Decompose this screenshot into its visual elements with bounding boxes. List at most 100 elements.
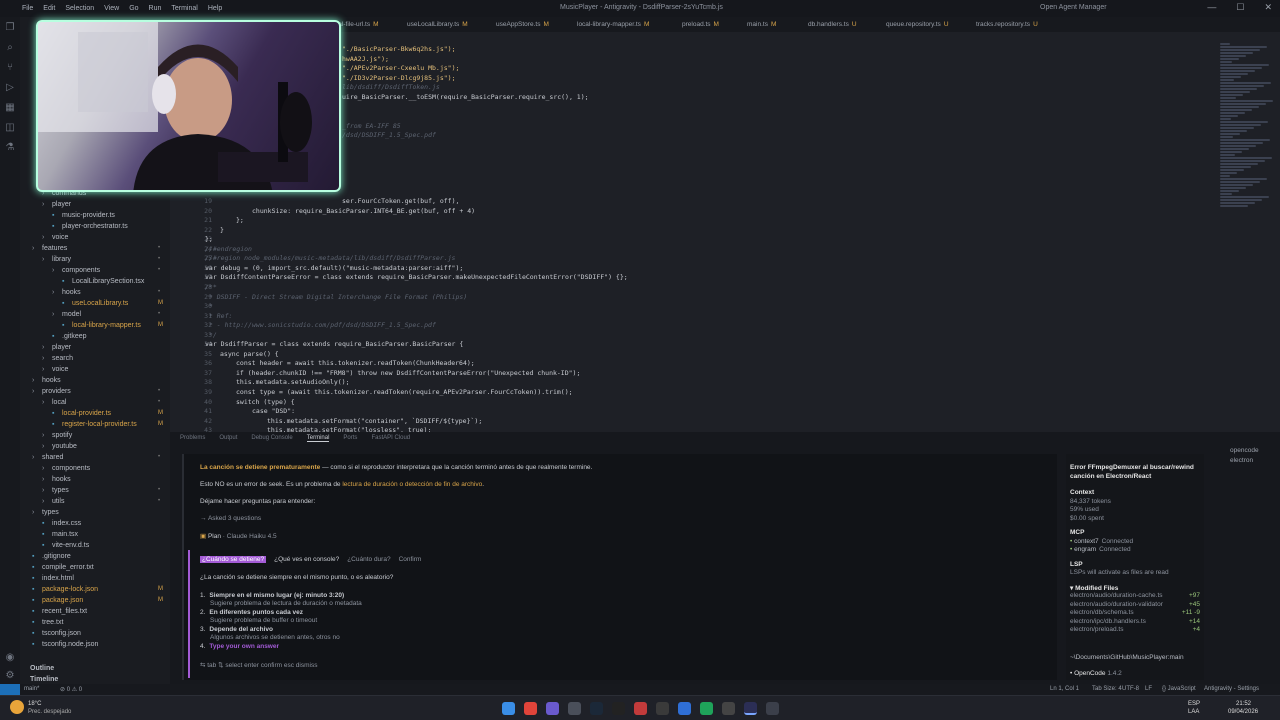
tree-item[interactable]: › player [42,199,170,210]
tree-item[interactable]: ▪ recent_files.txt [32,606,170,617]
tree-item[interactable]: › providers • [32,386,170,397]
question-tab[interactable]: Confirm [399,556,422,563]
tree-item[interactable]: › hooks • [52,287,170,298]
panel-tab[interactable]: Terminal [306,435,330,442]
close-button[interactable]: ✕ [1264,2,1272,13]
tree-item[interactable]: › hooks [32,375,170,386]
question-tab[interactable]: ¿Qué ves en console? [274,556,339,563]
antigravity-icon[interactable] [744,702,757,715]
tree-item[interactable]: ▪ index.css [42,518,170,529]
menu-view[interactable]: View [104,5,119,12]
tree-item[interactable]: ▪ compile_error.txt [32,562,170,573]
modified-file[interactable]: electron/preload.ts +4 [1070,626,1200,633]
menu-run[interactable]: Run [149,5,162,12]
app-icon-2[interactable] [678,702,691,715]
remote-icon[interactable]: ◫ [0,117,20,137]
terminal-opencode[interactable]: La canción se detiene prematuramente — c… [182,454,1057,680]
tree-item[interactable]: ▪ index.html [32,573,170,584]
steam-icon[interactable] [590,702,603,715]
app-icon[interactable] [634,702,647,715]
menu-file[interactable]: File [22,5,33,12]
tree-item[interactable]: ▪ register-local-provider.ts M [52,419,170,430]
search-icon[interactable]: ⌕ [0,37,20,57]
tree-item[interactable]: › types • [42,485,170,496]
terminal-process[interactable]: opencode [1220,446,1259,456]
account-icon[interactable]: ◉ [0,647,20,667]
tree-item[interactable]: › shared • [32,452,170,463]
modified-file[interactable]: electron/audio/duration-validator +45 [1070,601,1200,608]
tree-item[interactable]: ▪ music-provider.ts [52,210,170,221]
tree-item[interactable]: › features • [32,243,170,254]
answer-option[interactable]: 3. Depende del archivo [200,626,273,633]
tree-item[interactable]: › utils • [42,496,170,507]
antigravity-settings[interactable]: Antigravity - Settings [1204,686,1259,692]
x-icon[interactable] [612,702,625,715]
editor-tab[interactable]: db.handlers.ts U [808,17,857,32]
remote-indicator-icon[interactable] [0,684,20,695]
answer-option[interactable]: 4. Type your own answer [200,643,279,650]
menu-selection[interactable]: Selection [65,5,94,12]
editor-tab[interactable]: useLocalLibrary.ts M [407,17,468,32]
menu-help[interactable]: Help [208,5,222,12]
input-lang-1[interactable]: ESP [1188,701,1200,707]
tree-item[interactable]: ▪ useLocalLibrary.ts M [62,298,170,309]
modified-file[interactable]: electron/db/schema.ts +11 -9 [1070,609,1200,616]
testing-icon[interactable]: ⚗ [0,137,20,157]
open-agent-manager-button[interactable]: Open Agent Manager [1040,4,1107,11]
section-outline[interactable]: Outline [30,663,54,674]
tree-item[interactable]: › search [42,353,170,364]
answer-option[interactable]: 1. Siempre en el mismo lugar (ej: minuto … [200,592,344,599]
question-tab[interactable]: ¿Cuánto dura? [347,556,390,563]
tree-item[interactable]: › voice [42,232,170,243]
minimap[interactable] [1216,42,1280,212]
asked-questions[interactable]: → Asked 3 questions [200,515,261,522]
panel-tab[interactable]: Problems [180,435,205,442]
encoding[interactable]: UTF-8 [1122,686,1139,692]
browser-icon[interactable] [524,702,537,715]
panel-tab[interactable]: Ports [343,435,357,442]
explorer-icon[interactable]: ❐ [0,17,20,37]
terminal-app-icon[interactable] [722,702,735,715]
tree-item[interactable]: ▪ package.json M [32,595,170,606]
run-debug-icon[interactable]: ▷ [0,77,20,97]
app-icon-3[interactable] [700,702,713,715]
end-of-line[interactable]: LF [1145,686,1152,692]
maximize-button[interactable]: ☐ [1236,2,1244,13]
panel-tab[interactable]: Output [219,435,237,442]
problems-count[interactable]: ⊘ 0 ⚠ 0 [60,686,82,693]
discord-icon[interactable] [546,702,559,715]
tree-item[interactable]: ▪ tsconfig.node.json [32,639,170,650]
tree-item[interactable]: ▪ player-orchestrator.ts [52,221,170,232]
panel-tab[interactable]: FastAPI Cloud [371,435,410,442]
tree-item[interactable]: ▪ main.tsx [42,529,170,540]
start-icon[interactable] [502,702,515,715]
menu-go[interactable]: Go [129,5,138,12]
minimize-button[interactable]: — [1207,2,1216,13]
tree-item[interactable]: › library • [42,254,170,265]
tree-item[interactable]: › voice [42,364,170,375]
terminal-process[interactable]: electron [1220,456,1259,466]
tree-item[interactable]: ▪ LocalLibrarySection.tsx [62,276,170,287]
menu-terminal[interactable]: Terminal [171,5,197,12]
tree-item[interactable]: ▪ package-lock.json M [32,584,170,595]
tree-item[interactable]: › youtube [42,441,170,452]
panel-tab[interactable]: Debug Console [251,435,292,442]
tree-item[interactable]: ▪ local-library-mapper.ts M [62,320,170,331]
tree-item[interactable]: ▪ tree.txt [32,617,170,628]
editor-tab[interactable]: preload.ts M [682,17,719,32]
clock-date[interactable]: 09/04/2026 [1228,709,1258,715]
settings-gear-icon[interactable]: ⚙ [0,665,20,685]
tree-item[interactable]: › spotify [42,430,170,441]
clock-time[interactable]: 21:52 [1236,701,1251,707]
tree-item[interactable]: › components [42,463,170,474]
tree-item[interactable]: ▪ .gitignore [32,551,170,562]
obs-icon[interactable] [568,702,581,715]
editor-tab[interactable]: main.ts M [747,17,776,32]
section-timeline[interactable]: Timeline [30,674,58,684]
tree-item[interactable]: › components • [52,265,170,276]
tree-item[interactable]: › local • [42,397,170,408]
tree-item[interactable]: ▪ tsconfig.json [32,628,170,639]
source-control-icon[interactable]: ⑂ [0,57,20,77]
extensions-icon[interactable]: ▦ [0,97,20,117]
cursor-position[interactable]: Ln 1, Col 1 [1050,686,1079,692]
